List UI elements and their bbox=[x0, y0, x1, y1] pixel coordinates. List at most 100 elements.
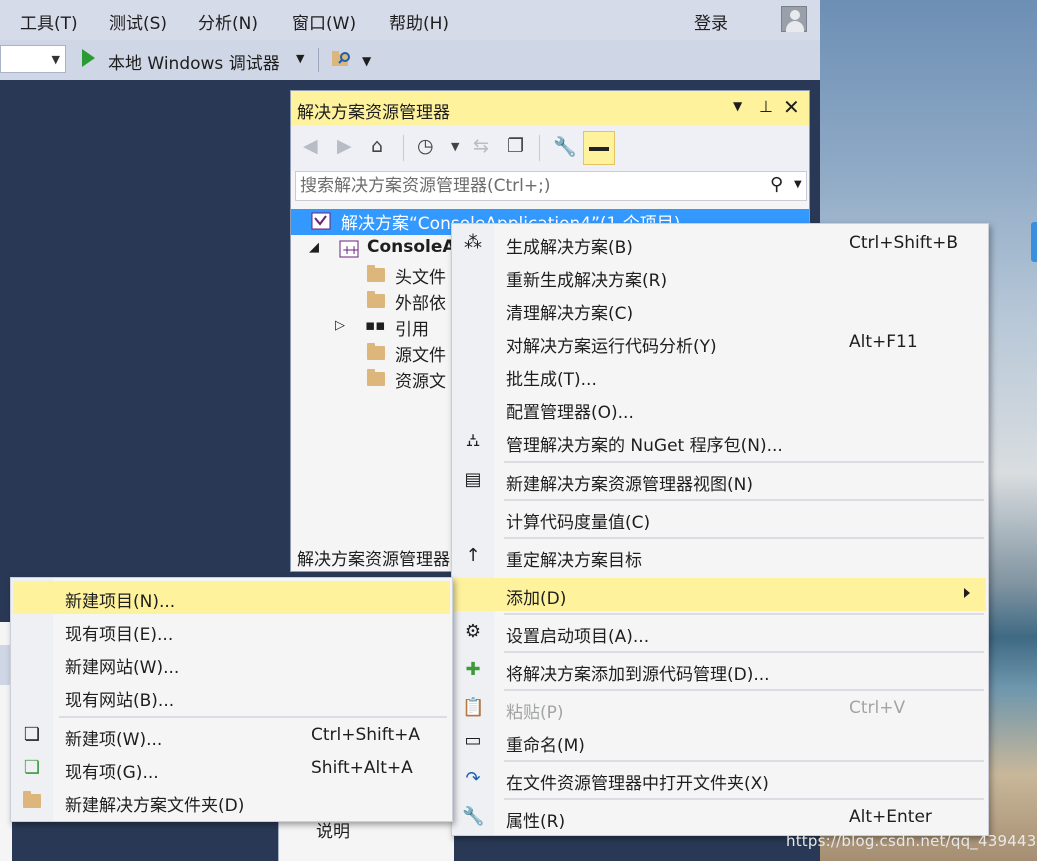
menu-item-label: 管理解决方案的 NuGet 程序包(N)... bbox=[506, 436, 783, 456]
menu-item-shortcut: Alt+F11 bbox=[849, 332, 918, 352]
existing-item-icon: ❏ bbox=[23, 757, 41, 778]
menu-item-code-metrics[interactable]: 计算代码度量值(C) bbox=[454, 502, 986, 535]
find-in-files-icon[interactable] bbox=[330, 48, 354, 70]
menu-separator bbox=[504, 461, 984, 463]
menu-item-open-in-explorer[interactable]: ↷ 在文件资源管理器中打开文件夹(X) bbox=[454, 763, 986, 796]
nuget-icon: ⛼ bbox=[465, 430, 481, 451]
avatar-icon[interactable] bbox=[781, 6, 807, 32]
menu-item-paste[interactable]: 📋 粘贴(P) Ctrl+V bbox=[454, 692, 986, 725]
menu-separator bbox=[504, 760, 984, 762]
menu-item-add[interactable]: 添加(D) bbox=[454, 578, 986, 611]
cpp-project-icon: + + bbox=[339, 240, 359, 263]
menu-item-configuration-manager[interactable]: 配置管理器(O)... bbox=[454, 392, 986, 425]
pin-icon[interactable]: ⊥ bbox=[759, 97, 773, 116]
toolbar-separator bbox=[539, 135, 540, 161]
tree-label: 外部依 bbox=[395, 294, 446, 314]
menu-item-label: 现有网站(B)... bbox=[65, 691, 175, 711]
menu-item-label: 现有项(G)... bbox=[65, 763, 159, 783]
build-icon: ⁂ bbox=[464, 232, 482, 253]
start-debugger-button[interactable]: 本地 Windows 调试器 ▼ bbox=[78, 45, 314, 74]
platform-combo[interactable]: ▼ bbox=[0, 45, 66, 73]
toolbar-separator bbox=[403, 135, 404, 161]
window-position-icon[interactable]: ▼ bbox=[733, 99, 742, 113]
home-icon[interactable]: ⌂ bbox=[371, 135, 383, 157]
menu-item-label: 设置启动项目(A)... bbox=[506, 627, 650, 647]
menu-item-rebuild-solution[interactable]: 重新生成解决方案(R) bbox=[454, 260, 986, 293]
tree-label: 头文件 bbox=[395, 268, 446, 288]
new-view-icon: ▤ bbox=[464, 469, 482, 490]
menu-item-label: 添加(D) bbox=[506, 589, 567, 609]
up-arrow-icon: ↑ bbox=[465, 545, 481, 566]
menu-item-label: 新建项目(N)... bbox=[65, 592, 176, 612]
menu-item-new-project[interactable]: 新建项目(N)... bbox=[13, 581, 450, 614]
chevron-down-icon[interactable]: ▼ bbox=[451, 140, 459, 153]
menu-item-label: 属性(R) bbox=[506, 812, 566, 832]
menu-separator bbox=[504, 798, 984, 800]
menu-item-code-analysis[interactable]: 对解决方案运行代码分析(Y) Alt+F11 bbox=[454, 326, 986, 359]
folder-icon bbox=[367, 265, 385, 287]
expanded-triangle-icon[interactable]: ◢ bbox=[309, 240, 319, 255]
toolbar-separator bbox=[318, 48, 319, 72]
menu-separator bbox=[504, 537, 984, 539]
menu-item-new-explorer-view[interactable]: ▤ 新建解决方案资源管理器视图(N) bbox=[454, 464, 986, 497]
search-input[interactable] bbox=[300, 172, 750, 200]
chevron-down-icon[interactable]: ▼ bbox=[296, 52, 304, 65]
menu-item-label: 重定解决方案目标 bbox=[506, 551, 642, 571]
play-icon bbox=[82, 49, 95, 67]
menu-item-manage-nuget[interactable]: ⛼ 管理解决方案的 NuGet 程序包(N)... bbox=[454, 425, 986, 458]
sync-icon[interactable]: ⇆ bbox=[473, 135, 489, 157]
menu-window[interactable]: 窗口(W) bbox=[292, 9, 356, 34]
toolbar-overflow-icon[interactable]: ▼ bbox=[362, 54, 371, 68]
menu-item-label: 清理解决方案(C) bbox=[506, 304, 634, 324]
menu-item-label: 新建解决方案文件夹(D) bbox=[65, 796, 245, 816]
menu-item-existing-website[interactable]: 现有网站(B)... bbox=[13, 680, 450, 713]
solution-explorer-titlebar: 解决方案资源管理器 ▼ ⊥ ✕ bbox=[291, 91, 809, 125]
search-icon[interactable]: ⚲ bbox=[770, 174, 783, 195]
menu-item-label: 粘贴(P) bbox=[506, 703, 564, 723]
menu-item-rename[interactable]: ▭ 重命名(M) bbox=[454, 725, 986, 758]
properties-wrench-icon[interactable]: 🔧 bbox=[553, 135, 577, 158]
menu-item-existing-item[interactable]: ❏ 现有项(G)... Shift+Alt+A bbox=[13, 752, 450, 785]
pending-changes-icon[interactable]: ◷ bbox=[417, 135, 434, 157]
new-item-icon: ❏ bbox=[23, 724, 41, 745]
add-submenu: 新建项目(N)... 现有项目(E)... 新建网站(W)... 现有网站(B)… bbox=[10, 577, 453, 822]
menu-analyze[interactable]: 分析(N) bbox=[198, 9, 258, 34]
chevron-down-icon[interactable]: ▼ bbox=[794, 179, 802, 190]
menu-item-shortcut: Shift+Alt+A bbox=[311, 758, 413, 778]
collapsed-triangle-icon[interactable]: ▷ bbox=[335, 318, 345, 333]
menu-item-label: 现有项目(E)... bbox=[65, 625, 174, 645]
menu-item-batch-build[interactable]: 批生成(T)... bbox=[454, 359, 986, 392]
solution-explorer-tab[interactable]: 解决方案资源管理器 bbox=[297, 545, 450, 570]
menu-item-set-startup-project[interactable]: ⚙ 设置启动项目(A)... bbox=[454, 616, 986, 649]
menu-item-build-solution[interactable]: ⁂ 生成解决方案(B) Ctrl+Shift+B bbox=[454, 227, 986, 260]
back-icon[interactable]: ◀ bbox=[303, 135, 318, 157]
solution-icon bbox=[311, 212, 331, 235]
menu-help[interactable]: 帮助(H) bbox=[389, 9, 449, 34]
menu-tools[interactable]: 工具(T) bbox=[20, 9, 78, 34]
menu-item-shortcut: Ctrl+Shift+A bbox=[311, 725, 421, 745]
menu-item-clean-solution[interactable]: 清理解决方案(C) bbox=[454, 293, 986, 326]
collapse-all-icon[interactable]: ❐ bbox=[507, 135, 524, 157]
menu-test[interactable]: 测试(S) bbox=[109, 9, 167, 34]
references-icon: ▪▪ bbox=[365, 316, 386, 334]
menu-item-existing-project[interactable]: 现有项目(E)... bbox=[13, 614, 450, 647]
chevron-down-icon: ▼ bbox=[51, 53, 60, 66]
menu-item-new-website[interactable]: 新建网站(W)... bbox=[13, 647, 450, 680]
menu-item-label: 生成解决方案(B) bbox=[506, 238, 633, 258]
menu-item-retarget-solution[interactable]: ↑ 重定解决方案目标 bbox=[454, 540, 986, 573]
folder-icon bbox=[367, 369, 385, 391]
menu-item-new-solution-folder[interactable]: 新建解决方案文件夹(D) bbox=[13, 785, 450, 818]
menu-item-new-item[interactable]: ❏ 新建项(W)... Ctrl+Shift+A bbox=[13, 719, 450, 752]
menu-item-label: 重命名(M) bbox=[506, 736, 585, 756]
close-icon[interactable]: ✕ bbox=[783, 95, 800, 119]
login-link[interactable]: 登录 bbox=[694, 9, 728, 34]
menu-item-properties[interactable]: 🔧 属性(R) Alt+Enter bbox=[454, 801, 986, 834]
preview-toggle-icon[interactable] bbox=[583, 131, 615, 165]
menu-item-add-to-source-control[interactable]: ✚ 将解决方案添加到源代码管理(D)... bbox=[454, 654, 986, 687]
submenu-arrow-icon bbox=[964, 588, 970, 598]
solution-explorer-toolbar: ◀ ▶ ⌂ ◷ ▼ ⇆ ❐ 🔧 bbox=[291, 125, 809, 171]
menu-item-shortcut: Ctrl+Shift+B bbox=[849, 233, 959, 253]
forward-icon[interactable]: ▶ bbox=[337, 135, 352, 157]
menu-item-label: 重新生成解决方案(R) bbox=[506, 271, 668, 291]
properties-panel bbox=[278, 820, 454, 861]
